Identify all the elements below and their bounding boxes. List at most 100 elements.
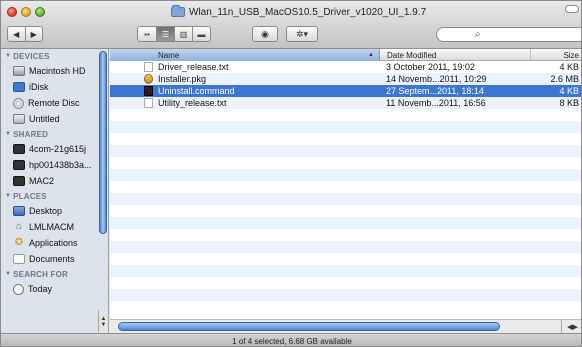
column-header-name[interactable]: Name ▲ bbox=[110, 49, 380, 61]
gear-icon: ✲▾ bbox=[295, 28, 309, 39]
sidebar-item-idisk[interactable]: iDisk bbox=[1, 79, 108, 95]
down-arrow-icon: ▼ bbox=[100, 322, 107, 328]
file-name-cell: Driver_release.txt bbox=[144, 62, 229, 72]
forward-button[interactable]: ▶ bbox=[24, 27, 43, 41]
icon-grid-icon: ▪▪ bbox=[144, 29, 150, 39]
home-icon: ⌂ bbox=[15, 221, 23, 232]
empty-row bbox=[110, 133, 581, 145]
sidebar: ▼ DEVICES Macintosh HD iDisk Remote Disc … bbox=[1, 49, 109, 334]
file-name-cell: Installer.pkg bbox=[144, 74, 206, 84]
text-file-icon bbox=[144, 62, 153, 72]
package-icon bbox=[144, 74, 153, 84]
empty-row bbox=[110, 277, 581, 289]
horizontal-scroll-arrows[interactable]: ◀▶ bbox=[561, 320, 581, 333]
search-field[interactable]: ⌕ bbox=[436, 27, 581, 42]
empty-row bbox=[110, 253, 581, 265]
empty-row bbox=[110, 193, 581, 205]
icon-view-button[interactable]: ▪▪ bbox=[138, 27, 156, 41]
sidebar-item-documents[interactable]: Documents bbox=[1, 251, 108, 267]
file-size: 4 KB bbox=[559, 62, 579, 72]
sidebar-item-macintosh-hd[interactable]: Macintosh HD bbox=[1, 63, 108, 79]
sidebar-item-mac2[interactable]: MAC2 bbox=[1, 173, 108, 189]
close-button[interactable] bbox=[7, 7, 17, 17]
quick-look-button[interactable]: ◉ bbox=[252, 26, 278, 42]
file-row[interactable]: Utility_release.txt 11 Novemb...2011, 16:… bbox=[110, 97, 581, 109]
sidebar-section-places[interactable]: ▼ PLACES bbox=[1, 189, 108, 203]
computer-icon bbox=[13, 160, 25, 170]
disclosure-triangle-icon: ▼ bbox=[5, 131, 12, 137]
file-name-cell: Uninstall.command bbox=[144, 86, 235, 96]
sidebar-item-desktop[interactable]: Desktop bbox=[1, 203, 108, 219]
documents-icon bbox=[13, 254, 25, 264]
empty-row bbox=[110, 289, 581, 301]
column-header-date-modified[interactable]: Date Modified bbox=[381, 49, 531, 61]
action-menu-button[interactable]: ✲▾ bbox=[286, 26, 318, 42]
sort-ascending-icon: ▲ bbox=[368, 52, 374, 58]
disclosure-triangle-icon: ▼ bbox=[5, 53, 12, 59]
file-row[interactable]: Installer.pkg 14 Novemb...2011, 10:29 2.6 … bbox=[110, 73, 581, 85]
horizontal-scrollbar: ◀▶ bbox=[110, 319, 581, 333]
empty-row bbox=[110, 265, 581, 277]
columns-icon: ▥ bbox=[179, 29, 188, 39]
file-name: Utility_release.txt bbox=[158, 98, 227, 108]
sidebar-item-hp[interactable]: hp001438b3a... bbox=[1, 157, 108, 173]
back-button[interactable]: ◀ bbox=[8, 27, 25, 41]
coverflow-icon: ▬ bbox=[197, 29, 206, 39]
horizontal-scrollbar-thumb[interactable] bbox=[118, 322, 500, 331]
file-size: 8 KB bbox=[559, 98, 579, 108]
column-view-button[interactable]: ▥ bbox=[174, 27, 192, 41]
column-header-row: Name ▲ Date Modified Size bbox=[110, 49, 581, 61]
forward-arrow-icon: ▶ bbox=[30, 29, 37, 39]
zoom-button[interactable] bbox=[35, 7, 45, 17]
drive-icon bbox=[13, 114, 25, 124]
empty-row bbox=[110, 145, 581, 157]
idisk-icon bbox=[13, 82, 25, 92]
status-bar: 1 of 4 selected, 6.68 GB available bbox=[1, 333, 581, 346]
file-row[interactable]: Driver_release.txt 3 October 2011, 19:02 4… bbox=[110, 61, 581, 73]
empty-row bbox=[110, 301, 581, 313]
file-name-cell: Utility_release.txt bbox=[144, 98, 227, 108]
sidebar-section-search-for[interactable]: ▼ SEARCH FOR bbox=[1, 267, 108, 281]
sidebar-item-4com[interactable]: 4com-21g615j bbox=[1, 141, 108, 157]
file-date: 14 Novemb...2011, 10:29 bbox=[386, 74, 487, 84]
disc-icon bbox=[13, 97, 24, 109]
status-text: 1 of 4 selected, 6.68 GB available bbox=[232, 336, 352, 346]
sidebar-item-applications[interactable]: ✪ Applications bbox=[1, 235, 108, 251]
folder-icon bbox=[171, 5, 185, 17]
file-date: 11 Novemb...2011, 16:56 bbox=[386, 98, 486, 108]
file-name: Uninstall.command bbox=[158, 86, 235, 96]
list-view-button[interactable]: ☰ bbox=[156, 27, 174, 41]
sidebar-item-remote-disc[interactable]: Remote Disc bbox=[1, 95, 108, 111]
search-icon: ⌕ bbox=[475, 29, 481, 40]
sidebar-section-shared[interactable]: ▼ SHARED bbox=[1, 127, 108, 141]
empty-row bbox=[110, 169, 581, 181]
view-mode-selector: ▪▪ ☰ ▥ ▬ bbox=[137, 26, 211, 42]
finder-window: Wlan_11n_USB_MacOS10.5_Driver_v1020_UI_1… bbox=[0, 0, 582, 347]
sidebar-scroll-arrows[interactable]: ▲ ▼ bbox=[98, 310, 108, 334]
sidebar-item-today[interactable]: Today bbox=[1, 281, 108, 297]
desktop-icon bbox=[13, 206, 25, 216]
file-name: Driver_release.txt bbox=[158, 62, 229, 72]
empty-row bbox=[110, 181, 581, 193]
empty-row bbox=[110, 157, 581, 169]
file-date: 27 Septem...2011, 18:14 bbox=[386, 86, 484, 96]
toolbar-toggle-button[interactable] bbox=[565, 5, 579, 13]
sidebar-scrollbar-thumb[interactable] bbox=[99, 51, 107, 234]
window-title-bar: Wlan_11n_USB_MacOS10.5_Driver_v1020_UI_1… bbox=[171, 5, 426, 19]
file-size: 2.6 MB bbox=[550, 74, 579, 84]
sidebar-item-home[interactable]: ⌂ LMLMACM bbox=[1, 219, 108, 235]
empty-row bbox=[110, 229, 581, 241]
minimize-button[interactable] bbox=[21, 7, 31, 17]
coverflow-view-button[interactable]: ▬ bbox=[192, 27, 210, 41]
sidebar-item-untitled[interactable]: Untitled bbox=[1, 111, 108, 127]
computer-icon bbox=[13, 144, 25, 154]
empty-row bbox=[110, 205, 581, 217]
command-file-icon bbox=[144, 86, 153, 96]
file-date: 3 October 2011, 19:02 bbox=[386, 62, 475, 72]
file-list: Name ▲ Date Modified Size Driver_release.… bbox=[110, 49, 581, 319]
file-row[interactable]: Uninstall.command 27 Septem...2011, 18:14… bbox=[110, 85, 581, 97]
sidebar-section-devices[interactable]: ▼ DEVICES bbox=[1, 49, 108, 63]
window-title: Wlan_11n_USB_MacOS10.5_Driver_v1020_UI_1… bbox=[189, 6, 427, 18]
empty-row bbox=[110, 121, 581, 133]
column-header-size[interactable]: Size bbox=[532, 49, 581, 61]
